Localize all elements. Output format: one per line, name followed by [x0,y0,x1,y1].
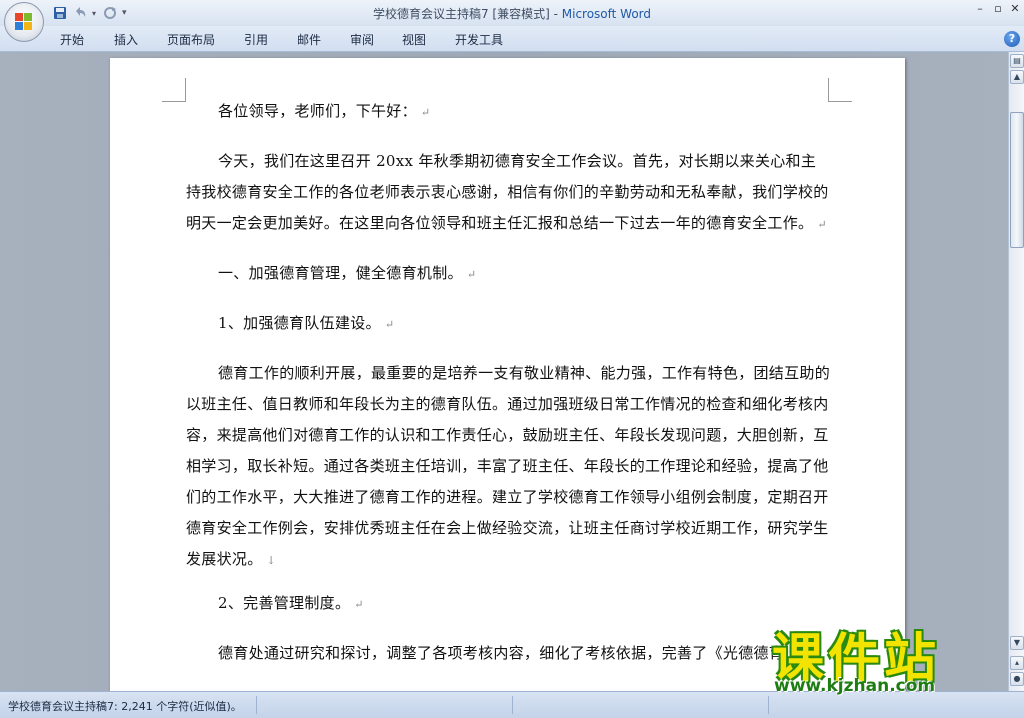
heading-subsection-2: 2、完善管理制度。 ↵ [218,594,364,612]
scroll-down-icon[interactable]: ▼ [1010,636,1024,650]
status-divider [512,696,513,714]
heading-subsection-1: 1、加强德育队伍建设。 ↵ [218,314,395,332]
restore-icon[interactable]: ▫ [990,2,1006,16]
tab-references[interactable]: 引用 [244,31,268,48]
minimize-icon[interactable]: – [972,2,988,16]
tab-review[interactable]: 审阅 [350,31,374,48]
status-divider [256,696,257,714]
paragraph-greeting: 各位领导，老师们，下午好： ↵ [218,102,431,120]
close-icon[interactable]: ✕ [1007,2,1023,16]
tab-page-layout[interactable]: 页面布局 [167,31,215,48]
watermark: 课件站 www.kjzhan.com [772,616,1012,696]
tab-mailings[interactable]: 邮件 [297,31,321,48]
scroll-thumb[interactable] [1010,112,1024,248]
margin-corner-top-left [162,78,186,102]
previous-page-icon[interactable]: ▴ [1010,656,1024,670]
scroll-up-icon[interactable]: ▲ [1010,70,1024,84]
tab-insert[interactable]: 插入 [114,31,138,48]
title-bar: ▾ ▾ 学校德育会议主持稿7 [兼容模式] - Microsoft Word –… [0,0,1024,42]
vertical-scrollbar[interactable]: ▤ ▲ ▼ ▴ ● [1008,52,1024,691]
office-logo-icon [15,13,33,31]
office-button[interactable] [4,2,44,42]
ruler-toggle-icon[interactable]: ▤ [1010,54,1024,68]
ribbon-tab-bar: 开始 插入 页面布局 引用 邮件 审阅 视图 开发工具 ? [0,26,1024,52]
status-divider [768,696,769,714]
paragraph-intro: 今天，我们在这里召开 20xx 年秋季期初德育安全工作会议。首先，对长期以来关心… [186,152,829,232]
tab-home[interactable]: 开始 [60,31,84,48]
paragraph-management: 德育处通过研究和探讨，调整了各项考核内容，细化了考核依据，完善了《光德德育 [218,644,785,662]
help-icon[interactable]: ? [1004,31,1020,47]
tab-developer[interactable]: 开发工具 [455,31,503,48]
margin-corner-top-right [828,78,852,102]
document-area: 各位领导，老师们，下午好： ↵ 今天，我们在这里召开 20xx 年秋季期初德育安全… [0,52,1008,691]
window-title: 学校德育会议主持稿7 [兼容模式] - Microsoft Word [372,7,652,21]
paragraph-team-building: 德育工作的顺利开展，最重要的是培养一支有敬业精神、能力强，工作有特色，团结互助的… [186,364,831,568]
status-word-count[interactable]: 学校德育会议主持稿7: 2,241 个字符(近似值)。 [8,698,242,714]
heading-section-1: 一、加强德育管理，健全德育机制。 ↵ [218,264,477,282]
watermark-url: www.kjzhan.com [774,676,936,696]
document-body[interactable]: 各位领导，老师们，下午好： ↵ 今天，我们在这里召开 20xx 年秋季期初德育安全… [186,96,830,687]
document-page[interactable]: 各位领导，老师们，下午好： ↵ 今天，我们在这里召开 20xx 年秋季期初德育安全… [110,58,905,691]
tab-view[interactable]: 视图 [402,31,426,48]
browse-object-icon[interactable]: ● [1010,672,1024,686]
